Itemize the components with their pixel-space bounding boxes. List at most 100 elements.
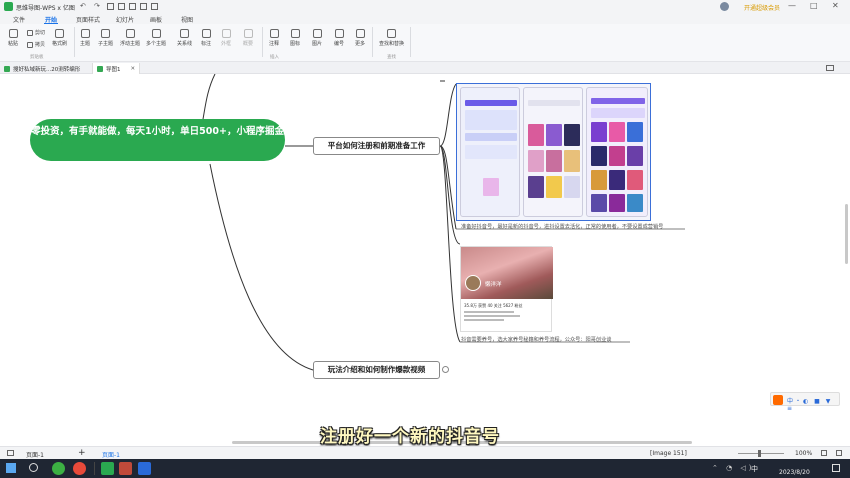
icon-label: 图标 xyxy=(290,41,301,47)
topic-button[interactable]: 主题 xyxy=(80,29,90,47)
comment-button[interactable]: 注释 xyxy=(269,29,279,47)
menu-view[interactable]: 视图 xyxy=(181,15,193,24)
document-tabs: 搜好私域新玩...20测转编形 导图1 ✕ xyxy=(0,62,850,74)
label-label: 标注 xyxy=(201,41,212,47)
cut-button[interactable]: 剪切 xyxy=(27,29,45,36)
more-icon xyxy=(355,29,365,38)
fullscreen-icon[interactable] xyxy=(836,450,842,456)
zoom-slider[interactable] xyxy=(738,453,784,454)
icon-button[interactable]: 图标 xyxy=(290,29,300,47)
branch-topic-registration[interactable]: 平台如何注册和前期准备工作 xyxy=(313,137,440,155)
doc-tab-2[interactable]: 导图1 ✕ xyxy=(92,63,141,74)
subtopic-label: 子主题 xyxy=(98,41,114,47)
page-list-icon[interactable] xyxy=(7,450,14,456)
outline-button[interactable]: 外框 xyxy=(221,29,231,47)
video-subtitle: 注册好一个新的抖音号 xyxy=(320,427,500,447)
wps-mindmap-icon[interactable] xyxy=(101,462,114,475)
minimize-button[interactable]: — xyxy=(788,1,796,10)
chrome-icon[interactable] xyxy=(73,462,86,475)
zoom-level[interactable]: 100% xyxy=(795,450,812,457)
paste-button[interactable]: 粘贴 xyxy=(8,29,18,47)
mindmap-canvas[interactable]: 零投资，有手就能做，每天1小时，单日500+，小程序掘金 平台如何注册和前期准备… xyxy=(0,74,850,446)
share-icon[interactable] xyxy=(151,3,158,10)
page-tab[interactable]: 页面-1 xyxy=(102,450,120,459)
search-icon[interactable] xyxy=(29,463,38,472)
menu-file[interactable]: 文件 xyxy=(13,15,25,24)
vertical-scrollbar[interactable] xyxy=(845,204,848,264)
number-button[interactable]: 编号 xyxy=(334,29,344,47)
topic-note-2[interactable]: 抖音需要养号，选大家养号秘籍和养号流程，公众号：阳哥创业谈 xyxy=(461,337,641,344)
clipboard-group-label: 剪贴板 xyxy=(30,55,44,60)
selected-image[interactable] xyxy=(456,83,651,221)
branch-topic-gameplay[interactable]: 玩法介绍和如何制作爆款视频 xyxy=(313,361,440,379)
root-topic-text: 零投资，有手就能做，每天1小时，单日500+，小程序掘金 xyxy=(31,126,284,137)
redo-icon[interactable]: ↷ xyxy=(94,2,100,10)
tray-icons[interactable]: ⌃ ◔ ◁) xyxy=(712,464,755,472)
relationship-label: 关系线 xyxy=(177,41,193,47)
group-divider xyxy=(74,27,75,57)
close-button[interactable]: ✕ xyxy=(832,1,839,10)
taskbar-date[interactable]: 2023/8/20 xyxy=(779,469,810,476)
number-label: 编号 xyxy=(334,41,345,47)
ime-floating-toolbar[interactable]: 中・◐ ■ ▼ ≡ xyxy=(770,392,840,412)
find-icon xyxy=(387,29,396,38)
close-tab-icon[interactable]: ✕ xyxy=(131,66,136,72)
ime-indicator[interactable]: 中 xyxy=(751,464,758,474)
topic-note-1[interactable]: 准备好抖音号，最好是新的抖音号，进抖设置去活化，正常的使用者，不要设置成营销号 xyxy=(461,224,686,231)
more-button[interactable]: 更多 xyxy=(355,29,365,47)
collapse-toggle-icon[interactable] xyxy=(442,366,449,373)
notification-icon[interactable] xyxy=(832,464,840,472)
find-group-label: 查找 xyxy=(387,55,396,60)
comment-label: 注释 xyxy=(269,41,280,47)
menu-canvas[interactable]: 画板 xyxy=(150,15,162,24)
multi-topic-button[interactable]: 多个主题 xyxy=(146,29,166,47)
add-page-button[interactable]: + xyxy=(78,448,86,458)
export-icon[interactable] xyxy=(140,3,147,10)
branch-topic-text: 平台如何注册和前期准备工作 xyxy=(327,141,426,150)
print-icon[interactable] xyxy=(129,3,136,10)
copy-button[interactable]: 拷贝 xyxy=(27,41,45,48)
profile-bio-lines xyxy=(464,311,524,325)
summary-label: 概要 xyxy=(243,41,254,47)
undo-icon[interactable]: ↶ xyxy=(80,2,86,10)
title-bar: 思维导图-WPS x 亿图 ↶ ↷ 开通超级会员 — □ ✕ xyxy=(0,0,850,13)
save-icon[interactable] xyxy=(107,3,114,10)
relationship-button[interactable]: 关系线 xyxy=(177,29,192,47)
find-replace-button[interactable]: 查找和替换 xyxy=(379,29,404,47)
profile-image[interactable]: 懒洋洋 35.8万 获赞 40 关注 5627 粉丝 xyxy=(460,246,553,332)
format-painter-button[interactable]: 格式刷 xyxy=(52,29,67,47)
more-label: 更多 xyxy=(355,41,366,47)
doc-tab-1[interactable]: 搜好私域新玩...20测转编形 xyxy=(4,64,80,73)
fit-screen-icon[interactable] xyxy=(821,450,827,456)
page-selector[interactable]: 页面-1 xyxy=(26,450,44,459)
maximize-button[interactable]: □ xyxy=(810,1,818,10)
root-topic[interactable]: 零投资，有手就能做，每天1小时，单日500+，小程序掘金 xyxy=(30,119,285,161)
windows-taskbar: ⌃ ◔ ◁) 中 2023/8/20 xyxy=(0,459,850,478)
group-divider xyxy=(372,27,373,57)
floating-topic-button[interactable]: 浮动主题 xyxy=(120,29,140,47)
summary-button[interactable]: 概要 xyxy=(243,29,253,47)
ime-tools-icons: 中・◐ ■ ▼ ≡ xyxy=(787,398,833,412)
photos-app-icon[interactable] xyxy=(138,462,151,475)
outline-icon xyxy=(221,29,231,38)
menu-slides[interactable]: 幻灯片 xyxy=(116,15,134,24)
paste-icon xyxy=(8,29,18,38)
open-icon[interactable] xyxy=(118,3,125,10)
image-button[interactable]: 图片 xyxy=(312,29,322,47)
vip-status[interactable]: 开通超级会员 xyxy=(744,3,780,12)
windows-start-icon[interactable] xyxy=(6,463,16,473)
paste-label: 粘贴 xyxy=(8,41,19,47)
group-divider xyxy=(410,27,411,57)
status-bar: 页面-1 + 页面-1 [Image 151] 100% xyxy=(0,446,850,459)
video-app-icon[interactable] xyxy=(119,462,132,475)
branch-topic-text: 玩法介绍和如何制作爆款视频 xyxy=(327,365,426,374)
taskbar-divider xyxy=(94,462,95,475)
copy-label: 拷贝 xyxy=(35,42,46,48)
wechat-icon[interactable] xyxy=(52,462,65,475)
label-button[interactable]: 标注 xyxy=(201,29,211,47)
subtopic-button[interactable]: 子主题 xyxy=(98,29,113,47)
panel-toggle-icon[interactable] xyxy=(826,65,834,71)
zoom-slider-handle[interactable] xyxy=(758,450,761,457)
menu-page-style[interactable]: 页面样式 xyxy=(76,15,100,24)
avatar[interactable] xyxy=(720,2,729,11)
